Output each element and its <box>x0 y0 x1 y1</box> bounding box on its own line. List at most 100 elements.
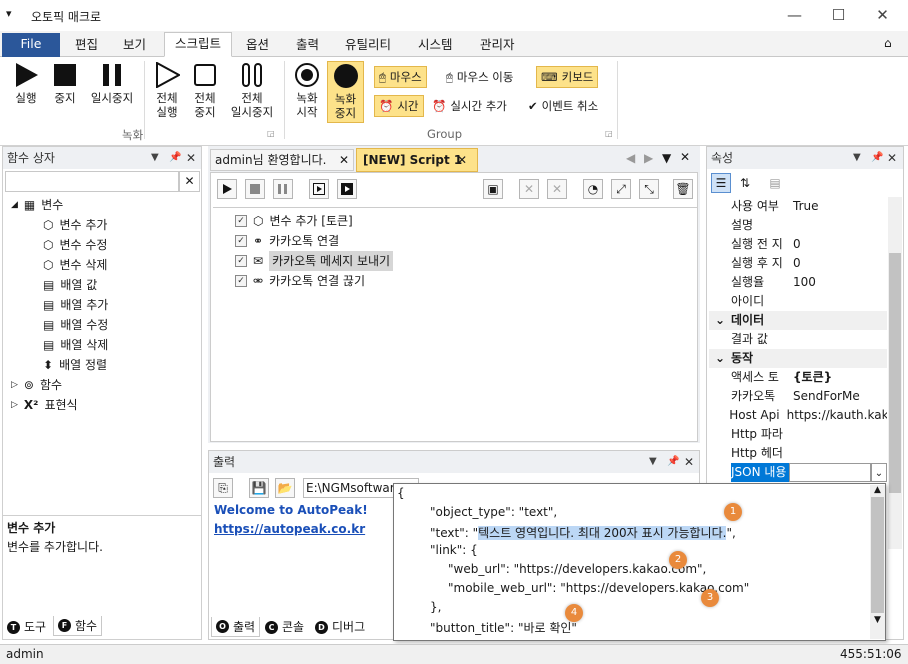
tab-output[interactable]: 출력 <box>286 34 329 57</box>
panel-menu-icon[interactable]: ▼ <box>151 147 159 169</box>
checkbox[interactable]: ✓ <box>235 255 247 267</box>
realtime-add-toggle[interactable]: ⏰ 실시간 추가 <box>428 95 511 117</box>
property-row[interactable]: Http 헤더 <box>709 444 887 463</box>
script-line[interactable]: ✓ ⬡ 변수 추가 [토큰] <box>235 211 393 231</box>
stop-all-button[interactable]: 전체 중지 <box>186 61 224 119</box>
property-row[interactable]: 실행 전 지 0 <box>709 235 887 254</box>
close-icon[interactable]: ✕ <box>457 149 467 171</box>
scroll-right-icon[interactable]: ▶ <box>644 151 653 165</box>
sort-alpha-icon[interactable]: ⇅ <box>735 173 755 193</box>
property-value[interactable]: SendForMe <box>789 387 860 406</box>
delete-icon[interactable]: 🗑 <box>673 179 693 199</box>
property-row[interactable]: 사용 여부 True <box>709 197 887 216</box>
property-value[interactable] <box>789 330 793 349</box>
property-value[interactable]: 100 <box>789 273 816 292</box>
tab-welcome[interactable]: admin님 환영합니다. ✕ <box>210 149 354 171</box>
scrollbar-thumb[interactable] <box>871 497 884 613</box>
tab-script1[interactable]: [NEW] Script 1 ✕ <box>356 148 478 172</box>
scrollbar-thumb[interactable] <box>889 253 901 493</box>
collapse-ribbon-icon[interactable]: ⌂ <box>884 36 892 50</box>
property-value[interactable] <box>789 425 793 444</box>
run-icon[interactable] <box>217 179 237 199</box>
tree-item[interactable]: ⬡ 변수 수정 <box>11 235 201 255</box>
script-line[interactable]: ✓ ⚮ 카카오톡 연결 끊기 <box>235 271 393 291</box>
pause-icon[interactable] <box>273 179 293 199</box>
property-row[interactable]: 실행 후 지 0 <box>709 254 887 273</box>
property-value[interactable] <box>789 292 793 311</box>
tab-file[interactable]: File <box>2 33 60 57</box>
dialog-launcher-icon[interactable]: ◲ <box>605 129 613 138</box>
category-data[interactable]: ⌄ 데이터 <box>709 311 887 330</box>
expand-icon[interactable]: ▷ <box>11 375 18 395</box>
property-row[interactable]: 아이디 <box>709 292 887 311</box>
property-row[interactable]: 실행율 100 <box>709 273 887 292</box>
close-icon[interactable]: ✕ <box>186 147 196 169</box>
homepage-link[interactable]: https://autopeak.co.kr <box>214 522 365 536</box>
panel-menu-icon[interactable]: ▼ <box>853 147 861 169</box>
tab-system[interactable]: 시스템 <box>408 34 463 57</box>
pin-icon[interactable]: 📌 <box>667 451 679 473</box>
stop-button[interactable]: 중지 <box>46 61 84 105</box>
checkbox[interactable]: ✓ <box>235 215 247 227</box>
tree-item[interactable]: ⬡ 변수 삭제 <box>11 255 201 275</box>
panel-menu-icon[interactable]: ▼ <box>649 451 657 473</box>
event-cancel-button[interactable]: ✔ 이벤트 취소 <box>524 95 602 117</box>
time-record-toggle[interactable]: ⏰ 시간 <box>374 95 424 117</box>
export-icon[interactable]: ⎘ <box>213 478 233 498</box>
tab-utility[interactable]: 유틸리티 <box>335 34 401 57</box>
checkbox[interactable]: ✓ <box>235 235 247 247</box>
save-icon[interactable]: 💾 <box>249 478 269 498</box>
tree-item[interactable]: ⬡ 변수 추가 <box>11 215 201 235</box>
json-editor-popup[interactable]: { "object_type": "text", "text": "텍스트 영역… <box>393 483 886 641</box>
property-row[interactable]: 결과 값 <box>709 330 887 349</box>
disabled-x-icon[interactable]: ✕ <box>519 179 539 199</box>
step-icon[interactable] <box>309 179 329 199</box>
property-value[interactable]: {토큰} <box>789 368 832 387</box>
close-icon[interactable]: ✕ <box>887 147 897 169</box>
tree-node-expressions[interactable]: ▷ X² 표현식 <box>11 395 201 415</box>
run-from-icon[interactable] <box>337 179 357 199</box>
tab-functions[interactable]: F 함수 <box>53 616 103 636</box>
keyboard-record-toggle[interactable]: ⌨ 키보드 <box>536 66 599 88</box>
dialog-launcher-icon[interactable]: ◲ <box>267 129 275 138</box>
property-value[interactable]: https://kauth.kaka <box>783 406 887 425</box>
property-row-json[interactable]: JSON 내용 ⌄ <box>709 463 887 482</box>
popup-scrollbar[interactable]: ▲ ▼ <box>870 485 885 639</box>
tab-script[interactable]: 스크립트 <box>164 32 233 57</box>
tree-node-variables[interactable]: ◢ ▦ 변수 <box>11 195 201 215</box>
tree-item[interactable]: ⬍ 배열 정렬 <box>11 355 201 375</box>
json-value-editor[interactable] <box>789 463 871 482</box>
image-icon[interactable]: ▣ <box>483 179 503 199</box>
close-icon[interactable]: ✕ <box>339 150 349 170</box>
collapse-icon[interactable]: ⤡ <box>639 179 659 199</box>
scroll-up-icon[interactable]: ▲ <box>870 485 885 495</box>
pin-icon[interactable]: 📌 <box>169 147 181 169</box>
property-value[interactable] <box>789 444 793 463</box>
property-value[interactable]: True <box>789 197 819 216</box>
clock-icon[interactable]: ◔ <box>583 179 603 199</box>
tree-item[interactable]: ▤ 배열 삭제 <box>11 335 201 355</box>
system-menu-icon[interactable]: ▾ <box>6 7 12 20</box>
pause-all-button[interactable]: 전체 일시중지 <box>224 61 280 119</box>
tree-item[interactable]: ▤ 배열 값 <box>11 275 201 295</box>
property-value[interactable] <box>789 216 793 235</box>
json-selected-text[interactable]: 텍스트 영역입니다. 최대 200자 표시 가능합니다. <box>478 526 727 540</box>
record-stop-button[interactable]: 녹화 중지 <box>327 61 364 123</box>
dropdown-arrow-icon[interactable]: ⌄ <box>871 463 887 482</box>
property-row[interactable]: Http 파라 <box>709 425 887 444</box>
folder-icon[interactable]: 📂 <box>275 478 295 498</box>
property-row[interactable]: Host Api Ahttps://kauth.kaka <box>709 406 887 425</box>
clear-search-button[interactable]: ✕ <box>179 171 200 192</box>
property-row[interactable]: 카카오톡 SendForMe <box>709 387 887 406</box>
tree-item[interactable]: ▤ 배열 추가 <box>11 295 201 315</box>
tab-admin[interactable]: 관리자 <box>470 34 525 57</box>
tab-console[interactable]: C 콘솔 <box>261 617 308 637</box>
minimize-button[interactable]: — <box>772 0 817 31</box>
category-action[interactable]: ⌄ 동작 <box>709 349 887 368</box>
run-all-button[interactable]: 전체 실행 <box>148 61 186 119</box>
tab-output[interactable]: O 출력 <box>211 617 261 637</box>
close-icon[interactable]: ✕ <box>684 451 694 473</box>
mouse-move-toggle[interactable]: 🖱 마우스 이동 <box>442 66 517 88</box>
function-search-input[interactable] <box>5 171 179 192</box>
run-button[interactable]: 실행 <box>6 61 46 105</box>
